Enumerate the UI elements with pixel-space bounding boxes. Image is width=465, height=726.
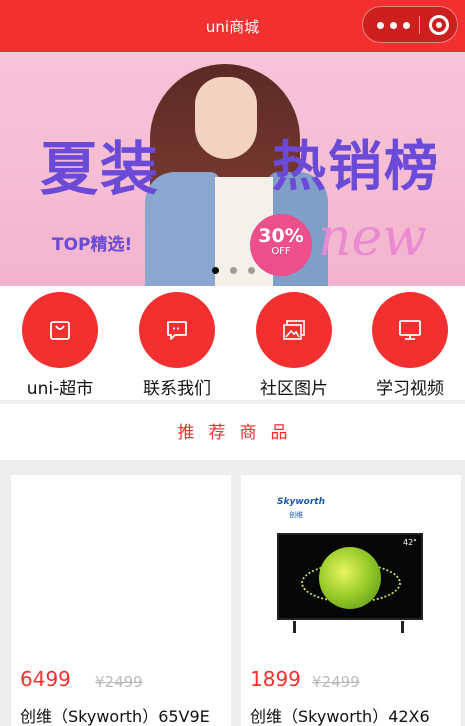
- product-card[interactable]: 6499 ¥2499 创维（Skyworth）65V9E: [11, 475, 231, 726]
- category-label: 社区图片: [260, 379, 328, 399]
- target-circle-icon[interactable]: [429, 15, 449, 35]
- banner-headline-left: 夏装: [40, 135, 161, 203]
- product-original-price: ¥2499: [95, 673, 143, 691]
- monitor-icon: [399, 320, 421, 340]
- tv-stand: [293, 621, 303, 633]
- mini-program-capsule: [362, 6, 458, 43]
- capsule-divider: [419, 16, 420, 34]
- category-item-supermarket[interactable]: uni-超市: [10, 292, 110, 399]
- image-icon: [283, 320, 305, 340]
- title-bar: uni商城: [0, 0, 465, 52]
- category-item-contact[interactable]: 联系我们: [127, 292, 227, 399]
- product-card[interactable]: Skyworth 创维 42" 1899 ¥2499 创维（Skyworth）4…: [241, 475, 461, 726]
- category-item-study-videos[interactable]: 学习视频: [360, 292, 460, 399]
- discount-value: 30%: [258, 225, 304, 247]
- category-label: 联系我们: [143, 379, 211, 399]
- product-name: 创维（Skyworth）65V9E: [20, 707, 210, 726]
- product-image: Skyworth 创维 42": [241, 475, 461, 655]
- carousel-indicator: [212, 267, 256, 275]
- product-name: 创维（Skyworth）42X6: [250, 707, 430, 726]
- category-icon-circle: [22, 292, 98, 368]
- tv-size-label: 42": [403, 538, 417, 547]
- banner-subline: TOP精选!: [52, 235, 133, 255]
- product-brand-logo-cn: 创维: [289, 511, 303, 519]
- promo-banner[interactable]: 夏装 热销榜 TOP精选! 30% OFF new: [0, 52, 465, 286]
- tv-apple: [319, 547, 381, 609]
- more-dots-icon[interactable]: [377, 22, 411, 30]
- category-item-community-photos[interactable]: 社区图片: [244, 292, 344, 399]
- category-icon-circle: [139, 292, 215, 368]
- carousel-dot[interactable]: [248, 267, 255, 274]
- tv-screen: [277, 533, 423, 620]
- message-icon: [167, 321, 187, 340]
- product-image: [11, 475, 231, 655]
- product-brand-logo: Skyworth: [277, 497, 325, 507]
- category-icon-circle: [372, 292, 448, 368]
- carousel-dot[interactable]: [230, 267, 237, 274]
- model-face: [195, 77, 257, 159]
- product-price: 1899: [250, 667, 301, 691]
- banner-headline-right: 热销榜: [272, 135, 440, 198]
- carousel-dot[interactable]: [212, 267, 219, 274]
- category-icon-circle: [256, 292, 332, 368]
- discount-badge: 30% OFF: [250, 214, 312, 276]
- shopping-bag-icon: [50, 321, 70, 340]
- recommend-title: 推荐商品: [177, 423, 302, 443]
- category-label: 学习视频: [376, 379, 444, 399]
- product-price: 6499: [20, 667, 71, 691]
- tv-stand: [401, 621, 411, 633]
- banner-script-word: new: [318, 208, 427, 268]
- category-nav: uni-超市 联系我们 社区图片 学习视频: [0, 286, 465, 400]
- discount-suffix: OFF: [271, 246, 291, 257]
- product-original-price: ¥2499: [312, 673, 360, 691]
- category-label: uni-超市: [26, 379, 94, 399]
